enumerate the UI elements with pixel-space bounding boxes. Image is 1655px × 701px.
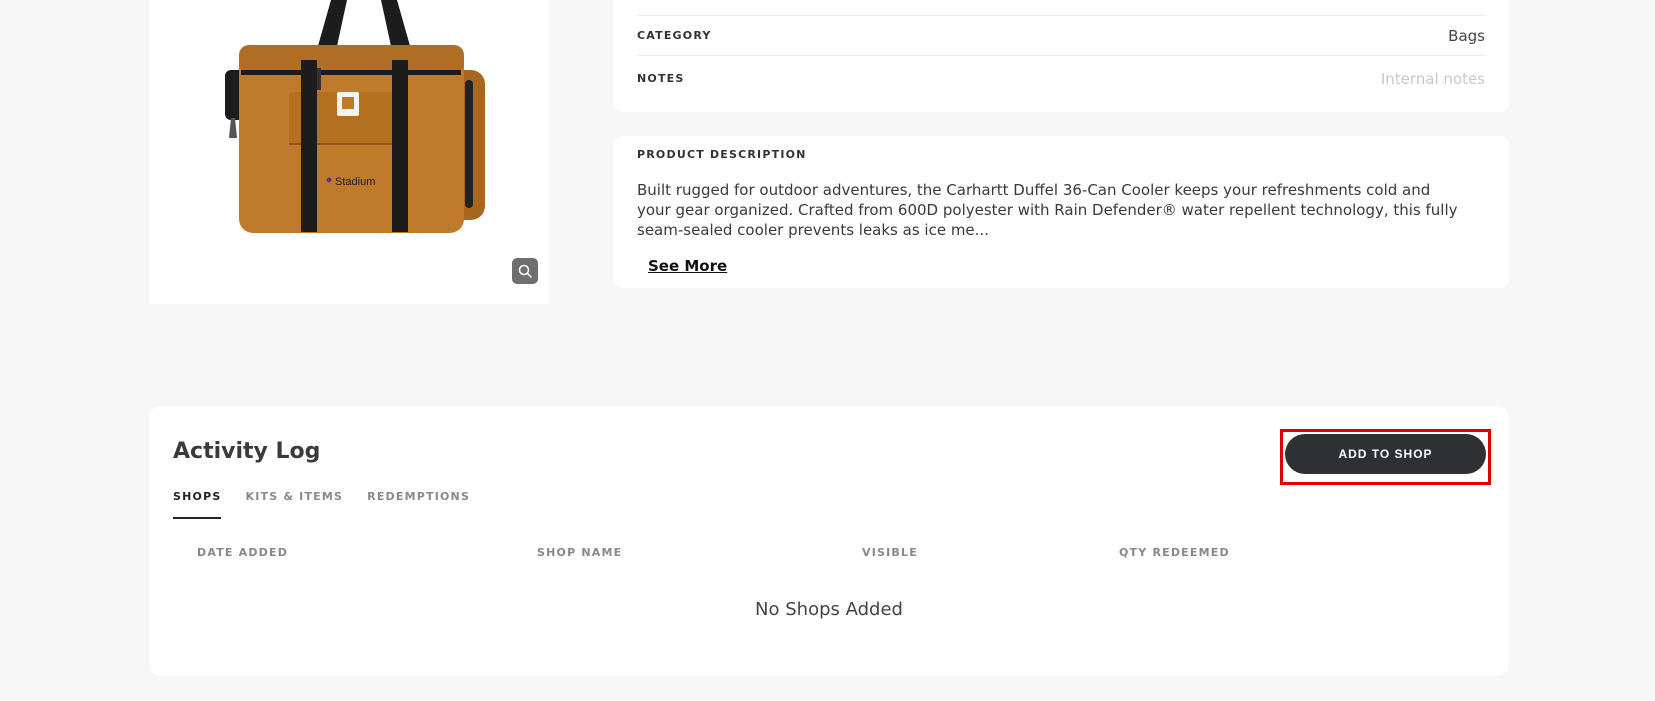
- add-to-shop-button[interactable]: ADD TO SHOP: [1285, 434, 1486, 474]
- product-description-card: PRODUCT DESCRIPTION Built rugged for out…: [613, 136, 1509, 288]
- column-header-visible[interactable]: VISIBLE: [862, 546, 918, 559]
- zoom-button[interactable]: [512, 258, 538, 284]
- product-image: Stadium: [225, 0, 485, 233]
- notes-row: NOTES Internal notes: [637, 55, 1485, 101]
- notes-field[interactable]: Internal notes: [1381, 70, 1485, 88]
- column-header-date-added[interactable]: DATE ADDED: [197, 546, 288, 559]
- tab-redemptions[interactable]: REDEMPTIONS: [367, 490, 470, 519]
- description-label: PRODUCT DESCRIPTION: [637, 148, 807, 161]
- category-value: Bags: [1448, 26, 1485, 45]
- product-image-card: Stadium: [149, 0, 549, 304]
- tab-shops[interactable]: SHOPS: [173, 490, 222, 519]
- category-row: CATEGORY Bags: [637, 15, 1485, 55]
- column-header-shop-name[interactable]: SHOP NAME: [537, 546, 622, 559]
- see-more-link[interactable]: See More: [648, 257, 727, 275]
- activity-tabs: SHOPS KITS & ITEMS REDEMPTIONS: [173, 490, 470, 519]
- logo-text: Stadium: [335, 176, 375, 188]
- column-header-qty-redeemed[interactable]: QTY REDEEMED: [1119, 546, 1230, 559]
- product-info-card: CATEGORY Bags NOTES Internal notes: [613, 0, 1509, 112]
- activity-log-title: Activity Log: [173, 439, 321, 464]
- notes-label: NOTES: [637, 72, 685, 85]
- description-text: Built rugged for outdoor adventures, the…: [637, 181, 1458, 239]
- category-label: CATEGORY: [637, 29, 712, 42]
- search-icon: [518, 264, 532, 278]
- tab-kits-items[interactable]: KITS & ITEMS: [245, 490, 343, 519]
- empty-state-message: No Shops Added: [755, 599, 903, 620]
- activity-log-card: Activity Log SHOPS KITS & ITEMS REDEMPTI…: [149, 406, 1509, 676]
